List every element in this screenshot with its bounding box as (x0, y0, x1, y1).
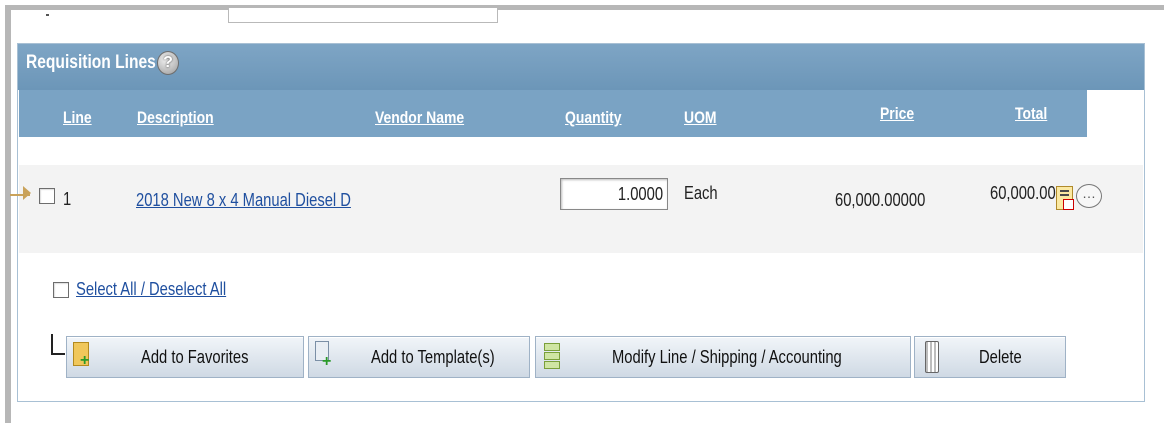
add-to-template-button[interactable]: + Add to Template(s) (308, 336, 530, 378)
select-all-checkbox[interactable] (53, 282, 69, 298)
page-frame-left (5, 5, 11, 423)
add-to-template-label: Add to Template(s) (371, 347, 495, 367)
header-input-field[interactable] (228, 8, 498, 23)
column-header-price[interactable]: Price (880, 104, 914, 124)
page-frame-top (5, 5, 1164, 10)
column-header-total[interactable]: Total (1015, 104, 1047, 124)
expand-row-icon[interactable] (23, 186, 31, 200)
column-header-line[interactable]: Line (63, 108, 92, 128)
action-connector (51, 334, 65, 355)
column-header-quantity[interactable]: Quantity (565, 108, 622, 128)
panel-header: Requisition Lines ? (18, 44, 1144, 90)
requisition-lines-panel: Requisition Lines ? Line Description Ven… (10, 43, 1145, 402)
row-price: 60,000.00000 (835, 190, 926, 210)
panel-title: Requisition Lines (26, 52, 156, 73)
modify-line-button[interactable]: Modify Line / Shipping / Accounting (535, 336, 911, 378)
column-header-vendor-name[interactable]: Vendor Name (375, 108, 464, 128)
add-to-favorites-button[interactable]: + Add to Favorites (66, 336, 304, 378)
column-header-uom[interactable]: UOM (684, 108, 717, 128)
favorites-icon: + (73, 342, 89, 369)
add-to-favorites-label: Add to Favorites (141, 347, 249, 367)
modify-icon (544, 339, 560, 373)
comment-icon[interactable] (1076, 184, 1102, 208)
row-select-checkbox[interactable] (39, 188, 55, 204)
select-all-link[interactable]: Select All / Deselect All (76, 279, 226, 300)
quantity-value: 1.0000 (617, 184, 663, 204)
modify-line-label: Modify Line / Shipping / Accounting (612, 347, 842, 367)
column-header-description[interactable]: Description (137, 108, 214, 128)
header-label-fragment (46, 14, 49, 16)
row-total: 60,000.000 (990, 183, 1064, 203)
template-icon: + (315, 341, 331, 370)
delete-label: Delete (979, 347, 1022, 367)
column-header-row: Line Description Vendor Name Quantity UO… (19, 90, 1087, 137)
trash-icon (925, 341, 939, 373)
row-uom: Each (684, 183, 718, 203)
delete-button[interactable]: Delete (914, 336, 1066, 378)
row-description-link[interactable]: 2018 New 8 x 4 Manual Diesel D (136, 190, 351, 211)
row-line-number: 1 (63, 189, 72, 209)
line-details-icon[interactable] (1056, 186, 1074, 210)
help-icon[interactable]: ? (157, 51, 179, 75)
quantity-input[interactable]: 1.0000 (560, 178, 668, 210)
